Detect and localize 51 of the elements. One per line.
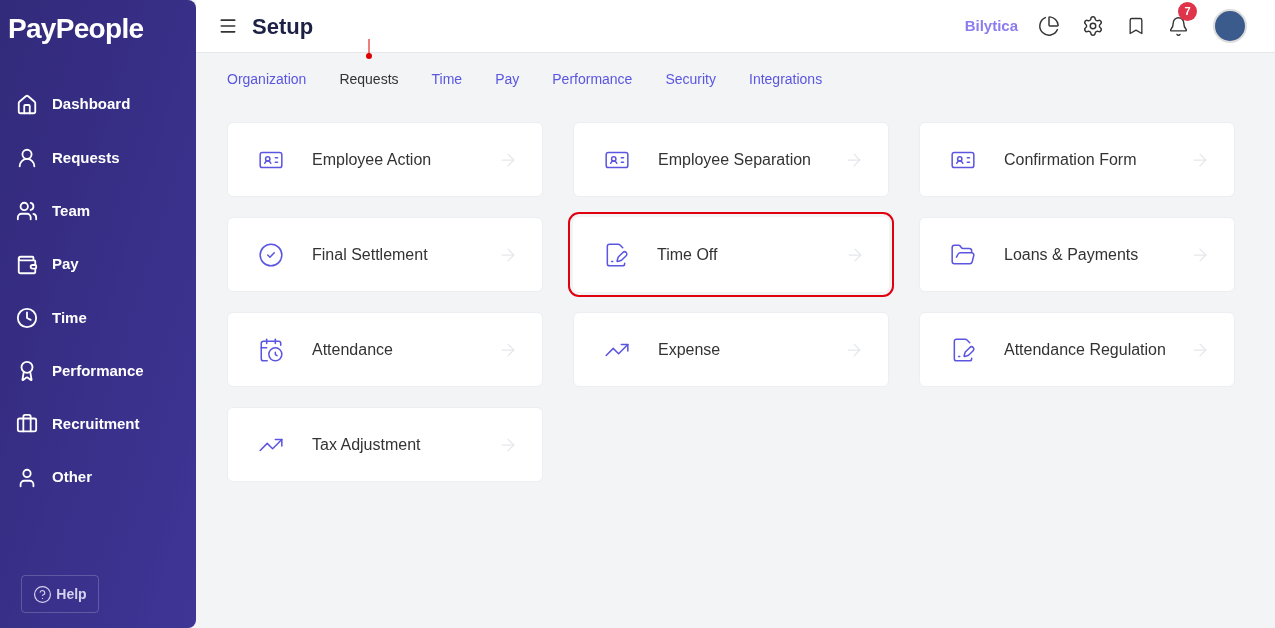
tab[interactable]: Pay xyxy=(495,69,520,90)
request-card[interactable]: Confirmation Form xyxy=(919,122,1235,197)
tab[interactable]: Organization xyxy=(227,69,307,90)
request-card[interactable]: Attendance xyxy=(227,312,543,387)
help-button[interactable]: Help xyxy=(21,575,99,613)
sidebar-item[interactable]: Dashboard xyxy=(0,78,196,132)
menu-icon[interactable] xyxy=(218,16,238,36)
logo: PayPeople xyxy=(7,12,145,46)
sidebar-item[interactable]: Requests xyxy=(0,131,196,185)
tab[interactable]: Requests xyxy=(339,69,399,90)
tab[interactable]: Time xyxy=(431,69,463,90)
help-icon xyxy=(33,584,53,604)
card-label: Tax Adjustment xyxy=(312,434,422,455)
request-card[interactable]: Loans & Payments xyxy=(919,217,1235,292)
card-label: Final Settlement xyxy=(312,244,429,265)
tab-indicator xyxy=(365,39,372,59)
sidebar-item[interactable]: Performance xyxy=(0,344,196,398)
team-icon xyxy=(16,200,38,223)
card-label: Expense xyxy=(658,339,722,360)
sidebar-item[interactable]: Recruitment xyxy=(0,397,196,452)
card-label: Employee Action xyxy=(312,149,433,170)
clock-icon xyxy=(16,306,38,329)
tab[interactable]: Security xyxy=(665,69,716,90)
card-label: Time Off xyxy=(657,244,719,265)
card-label: Loans & Payments xyxy=(1004,244,1140,265)
card-label: Attendance xyxy=(312,339,394,360)
check-circle-icon xyxy=(258,241,284,268)
sidebar-item[interactable]: Time xyxy=(0,291,196,345)
card-label: Employee Separation xyxy=(658,149,812,170)
wallet-icon xyxy=(16,253,38,276)
card-label: Confirmation Form xyxy=(1004,149,1138,170)
sidebar-item[interactable]: Pay xyxy=(0,237,196,292)
request-card[interactable]: Employee Separation xyxy=(573,122,889,197)
card-label: Attendance Regulation xyxy=(1004,339,1167,360)
notification-icon[interactable] xyxy=(1168,15,1189,37)
request-card[interactable]: Attendance Regulation xyxy=(919,312,1235,387)
pie-chart-icon[interactable] xyxy=(1038,15,1060,37)
home-icon xyxy=(16,93,38,116)
sidebar-item[interactable]: Other xyxy=(0,451,196,505)
sidebar-item[interactable]: Team xyxy=(0,184,196,238)
page-title: Setup xyxy=(252,12,314,41)
request-card[interactable]: Employee Action xyxy=(227,122,543,197)
avatar[interactable] xyxy=(1213,9,1247,43)
calendar-clock-icon xyxy=(258,336,284,363)
request-card[interactable]: Tax Adjustment xyxy=(227,407,543,482)
tab[interactable]: Performance xyxy=(552,69,633,90)
tab[interactable]: Integrations xyxy=(749,69,823,90)
request-card[interactable]: Final Settlement xyxy=(227,217,543,292)
notification-count: 7 xyxy=(1178,1,1197,21)
settings-icon[interactable] xyxy=(1082,15,1104,37)
request-card[interactable]: Expense xyxy=(573,312,889,387)
